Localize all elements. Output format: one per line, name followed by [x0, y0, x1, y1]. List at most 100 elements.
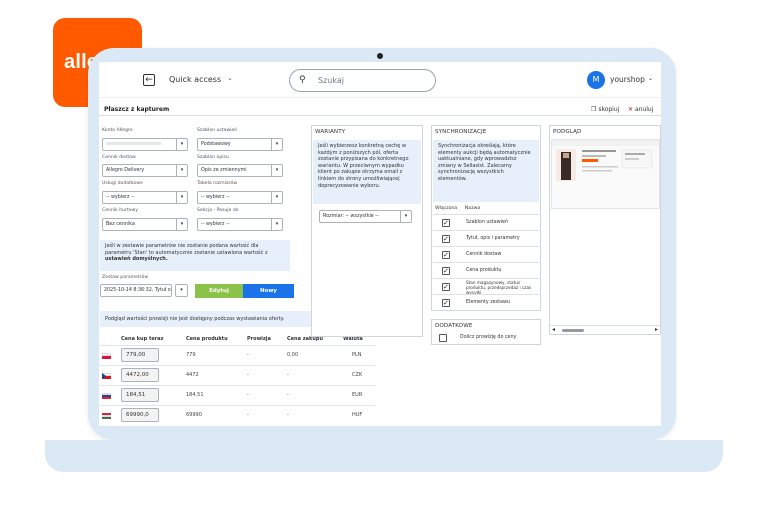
zestaw-dropdown[interactable]: ▾ [175, 284, 188, 297]
konto-label: Konto Allegro [102, 128, 133, 133]
szablon-select[interactable]: Podstawowy ▾ [197, 138, 283, 151]
sekcja-select[interactable]: -- wybierz -- ▾ [197, 218, 283, 231]
preview-thumbnail[interactable] [551, 139, 660, 209]
close-icon: ✕ [628, 106, 634, 113]
cennik-hurtowy-label: Cennik hurtowy [102, 208, 139, 213]
sync-info: Synchronizacja określają, które elementy… [433, 140, 539, 202]
blurred-account [106, 142, 161, 145]
price-input[interactable]: 184,51 [121, 388, 159, 402]
search-input[interactable]: ⚲ Szukaj [289, 69, 436, 92]
rozmiar-select[interactable]: Rozmiar: -- wszystkie -- ▾ [319, 210, 412, 223]
szablon-label: Szablon ustawień [197, 128, 238, 133]
sync-row: ✓ Stan magazynowy, status produktu, przed… [433, 278, 539, 294]
arrow-right-icon[interactable]: ▸ [655, 326, 658, 333]
scrollbar-thumb[interactable] [562, 329, 584, 332]
flag-cz-icon [102, 373, 111, 379]
back-button[interactable]: ← [143, 74, 155, 86]
konto-select[interactable]: ▾ [102, 138, 188, 151]
price-input[interactable]: 69990,0 [121, 408, 159, 422]
checkbox[interactable]: ✓ [442, 251, 450, 259]
checkbox[interactable]: ✓ [442, 235, 450, 243]
table-row: 779,00 779 - 0,00 PLN [99, 345, 375, 364]
sync-title: SYNCHRONIZACJE [435, 129, 487, 135]
cell-prowizja: - [247, 412, 249, 418]
cell-zakupu: - [287, 372, 289, 378]
copy-icon: ❐ [591, 106, 597, 113]
cell-produktu: 4472 [186, 372, 199, 378]
edit-button[interactable]: Edytuj [195, 284, 243, 298]
cell-prowizja: - [247, 392, 249, 398]
dolicz-label: Dolicz prowizję do ceny [460, 335, 517, 340]
table-row: 184,51 184,51 - - EUR [99, 385, 375, 404]
cell-waluta: HUF [352, 412, 363, 418]
checkbox[interactable]: ✓ [442, 267, 450, 275]
warianty-info: Jeśli wybierzesz konkretną cechę w każdy… [313, 140, 421, 204]
checkbox[interactable] [439, 334, 447, 342]
arrow-left-icon: ← [145, 75, 153, 85]
table-row: 69990,0 69990 - - HUF [99, 405, 375, 424]
sync-row: ✓ Cennik dostaw [433, 246, 539, 262]
col-cena-produktu: Cena produktu [186, 336, 228, 342]
title-bar [99, 102, 661, 116]
new-button[interactable]: Nowy [243, 284, 294, 298]
quick-access-menu[interactable]: Quick access [169, 75, 221, 84]
cell-prowizja: - [247, 372, 249, 378]
tabela-select[interactable]: -- wybierz -- ▾ [197, 191, 283, 204]
camera-dot [377, 53, 383, 59]
cell-waluta: EUR [352, 392, 363, 398]
price-input[interactable]: 779,00 [121, 348, 159, 362]
arrow-left-icon[interactable]: ◂ [552, 326, 555, 333]
chevron-down-icon: ▾ [271, 139, 282, 150]
checkbox[interactable]: ✓ [442, 219, 450, 227]
laptop-base [45, 440, 723, 472]
search-icon: ⚲ [299, 75, 306, 85]
cancel-button[interactable]: ✕ anuluj [628, 106, 653, 113]
chevron-down-icon: ▾ [180, 287, 183, 293]
cell-zakupu: 0,00 [287, 352, 299, 358]
checkbox[interactable]: ✓ [442, 283, 450, 291]
cell-waluta: CZK [352, 372, 363, 378]
cell-produktu: 69990 [186, 412, 202, 418]
cennik-dostaw-select[interactable]: Allegro Delivery ▾ [102, 164, 188, 177]
price-input[interactable]: 4472,00 [121, 368, 159, 382]
zestaw-label: Zestaw parametrów [102, 275, 149, 280]
col-prowizja: Prowizja [247, 336, 271, 342]
page-title: Płaszcz z kapturem [104, 106, 170, 113]
preview-scrollbar[interactable]: ◂ ▸ [550, 325, 660, 334]
cell-waluta: PLN [352, 352, 362, 358]
cell-zakupu: - [287, 412, 289, 418]
avatar[interactable]: M [587, 71, 605, 89]
chevron-down-icon: ▾ [176, 219, 187, 230]
checkbox[interactable]: ✓ [442, 299, 450, 307]
dodatkowe-panel: DODATKOWE Dolicz prowizję do ceny [431, 319, 541, 345]
uslugi-label: Usługi dodatkowe [102, 181, 143, 186]
app-screen: ← Quick access ⌄ ⚲ Szukaj M yourshop ⌄ P… [99, 62, 661, 426]
cell-produktu: 779 [186, 352, 196, 358]
chevron-down-icon[interactable]: ⌄ [648, 75, 653, 82]
sync-row: ✓ Elementy zestawu [433, 294, 539, 310]
copy-button[interactable]: ❐ skopiuj [591, 106, 619, 113]
chevron-down-icon: ▾ [400, 211, 411, 222]
flag-sk-icon [102, 393, 111, 399]
szablon-opisu-select[interactable]: Opis ze zmiennymi ▾ [197, 164, 283, 177]
cennik-hurtowy-select[interactable]: Bez cennika ▾ [102, 218, 188, 231]
cennik-dostaw-label: Cennik dostaw [102, 155, 136, 160]
preview-title: PODGLĄD [553, 129, 582, 135]
username-label[interactable]: yourshop [610, 75, 645, 84]
zestaw-select[interactable]: 2025-10-14 8:36:32, Tytuł o [100, 284, 172, 297]
preview-image [552, 140, 659, 181]
uslugi-select[interactable]: -- wybierz -- ▾ [102, 191, 188, 204]
sekcja-label: Sekcja - Pasuje do [197, 208, 239, 213]
chevron-down-icon: ▾ [271, 165, 282, 176]
sync-row: ✓ Tytuł, opis i parametry [433, 230, 539, 246]
col-nazwa: Nazwa [465, 206, 481, 211]
stan-info-box: Jeśli w zestawie parametrów nie zostanie… [100, 240, 290, 271]
sync-row: ✓ Cena produktu [433, 262, 539, 278]
col-kup-teraz: Cena kup teraz [121, 336, 164, 342]
cell-zakupu: - [287, 392, 289, 398]
flag-hu-icon [102, 413, 111, 419]
warianty-title: WARIANTY [315, 129, 346, 135]
cell-produktu: 184,51 [186, 392, 204, 398]
preview-panel: PODGLĄD [549, 125, 661, 335]
chevron-down-icon[interactable]: ⌄ [227, 74, 233, 82]
